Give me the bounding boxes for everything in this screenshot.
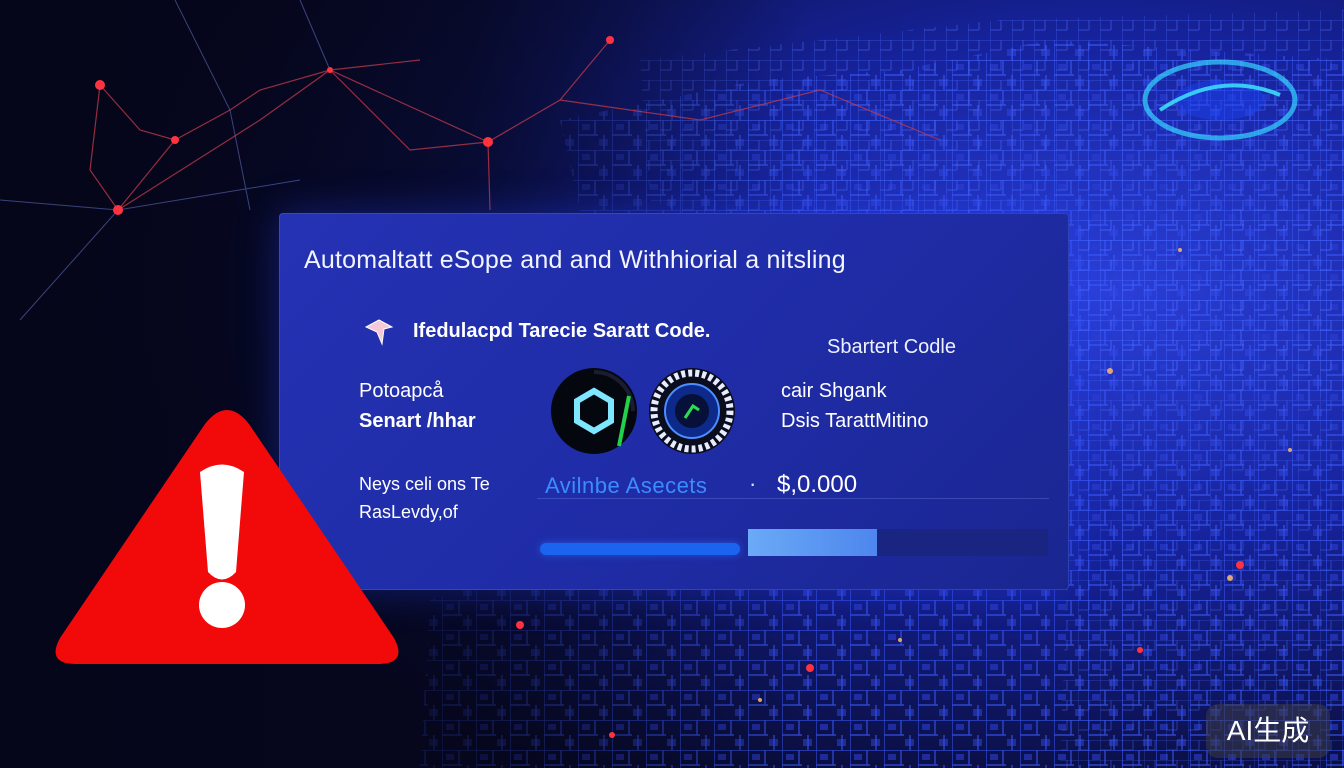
- separator-dot: ·: [749, 471, 757, 496]
- progress-bar-left: [540, 543, 740, 555]
- panel-title: Automaltatt eSope and and Withhiorial a …: [304, 246, 846, 274]
- divider: [537, 498, 1049, 499]
- smart-code-label: Sbartert Codle: [827, 336, 956, 358]
- gauge-token-icon: [647, 366, 737, 456]
- warning-triangle-icon: [50, 402, 404, 668]
- arrow-icon: [363, 318, 395, 346]
- right-label-1: cair Shgank: [781, 380, 887, 402]
- watermark-badge: AI生成: [1206, 704, 1330, 758]
- progress-bar-fill: [748, 529, 877, 556]
- scene: Automaltatt eSope and and Withhiorial a …: [0, 0, 1344, 768]
- amount-value: $,0.000: [777, 471, 858, 498]
- right-label-2: Dsis TarattMitino: [781, 410, 929, 432]
- contract-label: Ifedulacpd Tarecie Saratt Code.: [413, 320, 711, 342]
- assets-label: Avilnbe Asecets: [545, 473, 708, 498]
- progress-bar-track: [748, 529, 1048, 556]
- hexagon-token-icon: [549, 366, 639, 456]
- left-label-top-1: Potoapcå: [359, 380, 444, 402]
